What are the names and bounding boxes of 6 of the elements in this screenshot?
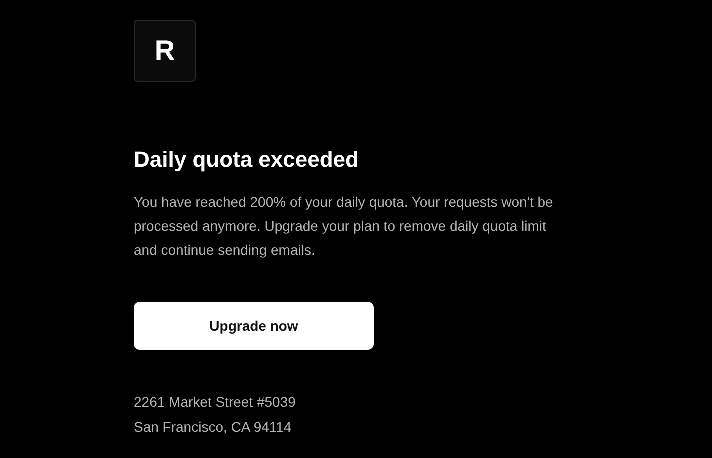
address-line: San Francisco, CA 94114 [134,418,293,437]
upgrade-button[interactable]: Upgrade now [134,302,374,350]
message-text: You have reached 200% of your daily quota. Your requests won't be processed anymore. Upgrade your plan to remove daily quota limit and continue sending emails. [134,193,554,260]
address-line: 2261 Market Street #5039 [134,393,296,412]
logo: R [134,20,196,82]
heading: Daily quota exceeded [134,146,359,174]
